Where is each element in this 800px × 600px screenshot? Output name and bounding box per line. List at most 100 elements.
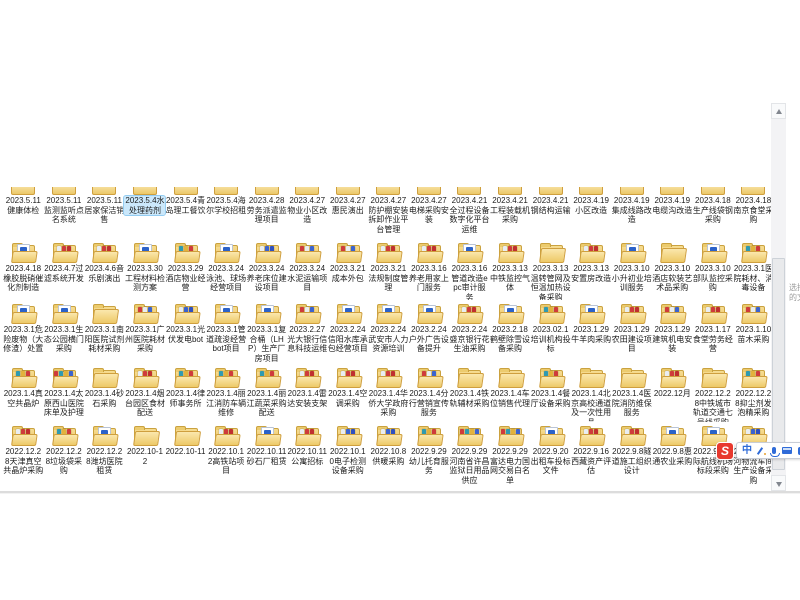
folder-item[interactable]: 2023.3.10小升初业培训服务 — [611, 239, 652, 300]
folder-item[interactable]: 2022.9.29幼儿托育服务 — [409, 422, 450, 487]
folder-item[interactable]: 2023.3.21法规制度管理 — [368, 239, 409, 300]
folder-item[interactable]: 2023.3.16养老用家上门服务 — [409, 239, 450, 300]
folder-item[interactable]: 2023.3.24养老床位建设项目 — [246, 239, 287, 300]
folder-item[interactable]: 2023.3.1复合桶（LHP）生产厂房项目 — [246, 300, 287, 364]
folder-item[interactable]: 2023.3.10部队监控采购 — [693, 239, 734, 300]
folder-item[interactable]: 2023.3.1广州医院耗材采购 — [125, 300, 166, 364]
folder-item[interactable]: 2023.1.4车位销售代理 — [490, 364, 531, 422]
folder-item[interactable]: 2023.2.24户外广告设备提升 — [409, 300, 450, 364]
folder-item[interactable]: 2022.9.20出租车投标文件 — [530, 422, 571, 487]
folder-item[interactable]: 2022.12.28抑尘剂发泡精采购 — [733, 364, 774, 422]
folder-item[interactable]: 2022.9.8惠通农业采购 — [652, 422, 693, 487]
folder-item[interactable]: 2023.3.10酒店软装艺术品采购 — [652, 239, 693, 300]
folder-item[interactable]: 2022.10.10电子检测设备采购 — [328, 422, 369, 487]
folder-item[interactable]: 2022.10.11砂石厂租赁 — [246, 422, 287, 487]
folder-item[interactable]: 2023.3.13中铁监控气体 — [490, 239, 531, 300]
folder-item[interactable]: 2023.1.4雷达安装支架 — [287, 364, 328, 422]
folder-item[interactable]: 2023.1.29农田建设项目 — [611, 300, 652, 364]
folder-item[interactable]: 2023.2.27光大银行信息科技运维 — [287, 300, 328, 364]
folder-item[interactable]: 2022.10.12高铁站项目 — [206, 422, 247, 487]
folder-item[interactable]: 2023.2.24武安市人力资源培训 — [368, 300, 409, 364]
folder-item[interactable]: 2023.1.17食堂劳务经营 — [693, 300, 734, 364]
folder-item[interactable]: 2023.3.24泳池、球场经营项目 — [206, 239, 247, 300]
folder-item[interactable]: 2022.9.29富达电力国网交易白名单 — [490, 422, 531, 487]
folder-item[interactable]: 2023.1.29牛羊肉采购 — [571, 300, 612, 364]
folder-item[interactable]: 2023.5.4青岛理工餐饮 — [165, 195, 206, 239]
folder-item[interactable]: 2022.9.8隧道施工组织设计 — [611, 422, 652, 487]
folder-item[interactable]: 2023.1.4丽江蔬菜采购配送 — [246, 364, 287, 422]
folder-item[interactable]: 2023.2.18鹤壁除雪设备采购 — [490, 300, 531, 364]
scroll-up-button[interactable] — [771, 103, 786, 119]
folder-item[interactable]: 2023.4.19电缆沟改造 — [652, 195, 693, 239]
folder-item[interactable]: 2023.4.18生产线袋钢采购 — [693, 195, 734, 239]
folder-item[interactable]: 2023.4.19集成线路改造 — [611, 195, 652, 239]
folder-item[interactable]: 2023.4.27防护棚安装拆卸作业平台管理 — [368, 195, 409, 239]
folder-item[interactable]: 2023.1.4医院消防维保服务 — [611, 364, 652, 422]
folder-item[interactable]: 2022.10-12 — [125, 422, 166, 487]
folder-item[interactable]: 2023.3.1危险废物（大修渣）处置 — [3, 300, 44, 364]
folder-item[interactable]: 2023.4.21钢结构运输 — [530, 195, 571, 239]
ime-language-bar[interactable]: S 中 — [716, 441, 800, 460]
folder-item[interactable]: 2023.2.24信阳水库承包经营项目 — [328, 300, 369, 364]
folder-item[interactable]: 2023.1.4真空共晶炉 — [3, 364, 44, 422]
folder-item[interactable]: 2023.3.1管道疏浚经营bot项目 — [206, 300, 247, 364]
folder-item[interactable]: 2023.02.1培训机构投标 — [530, 300, 571, 364]
folder-item[interactable]: 2023.1.4分行营销宣传服务 — [409, 364, 450, 422]
folder-item[interactable]: 2023.3.1光伏发电bot — [165, 300, 206, 364]
folder-item[interactable]: 2023.3.30工程材料检测方案 — [125, 239, 166, 300]
folder-item[interactable]: 2023.3.1医院耗材、消毒设备 — [733, 239, 774, 300]
folder-item[interactable]: 2023.1.4律师事务所 — [165, 364, 206, 422]
scroll-down-button[interactable] — [771, 475, 786, 491]
folder-item[interactable]: 2023.1.4铁轨辅材采购 — [449, 364, 490, 422]
folder-item[interactable]: 2023.4.27惠民演出 — [328, 195, 369, 239]
chinese-mode-icon[interactable]: 中 — [742, 444, 752, 457]
folder-item[interactable]: 2023.1.4太原西山医院床单及护理 — [44, 364, 85, 422]
folder-item[interactable]: 2023.4.21全过程设备数字化平台运维 — [449, 195, 490, 239]
folder-item[interactable]: 2023.1.4烟台园区食材配送 — [125, 364, 166, 422]
folder-item[interactable]: 2022.10.8供暖采购 — [368, 422, 409, 487]
folder-item[interactable]: 2023.1.4餐厅设备采购 — [530, 364, 571, 422]
folder-item[interactable]: 2023.4.19小区改造 — [571, 195, 612, 239]
folder-item[interactable]: 2023.1.4华侨大学政府采购 — [368, 364, 409, 422]
ime-toolbar[interactable]: 中 — [736, 442, 800, 459]
folder-item[interactable]: 2023.4.27物业小区改造 — [287, 195, 328, 239]
folder-item[interactable]: 2023.1.29建筑机电安装 — [652, 300, 693, 364]
folder-item[interactable]: 2023.2.24盛京银行花生油采购 — [449, 300, 490, 364]
folder-item[interactable]: 2023.1.4砂石采购 — [84, 364, 125, 422]
mic-icon[interactable] — [772, 447, 776, 454]
sogou-logo-icon[interactable]: S — [716, 442, 734, 460]
folder-item[interactable]: 2023.4.18橡胶脱硝催化剂制造 — [3, 239, 44, 300]
scrollbar-thumb[interactable] — [772, 258, 785, 470]
folder-item[interactable]: 2023.4.6音乐剧演出 — [84, 239, 125, 300]
folder-item[interactable]: 2023.4.27电梯采购安装 — [409, 195, 450, 239]
folder-item[interactable]: 2023.3.29酒店物业经营 — [165, 239, 206, 300]
folder-item[interactable]: 2023.3.1生态公园横门采购 — [44, 300, 85, 364]
folder-item[interactable]: 2022.12.28中铁城市轨道交通七号线采购 — [693, 364, 734, 422]
folder-item[interactable]: 2023.1.4空调采购 — [328, 364, 369, 422]
folder-item[interactable]: 2023.3.13温转管网及恒温加热设备采购 — [530, 239, 571, 300]
folder-item[interactable]: 2023.5.11监测监听点名系统 — [44, 195, 85, 239]
folder-item[interactable]: 2023.4.7过滤系统开发 — [44, 239, 85, 300]
folder-item[interactable]: 2022.12.28天津真空共晶炉采购 — [3, 422, 44, 487]
vertical-scrollbar[interactable] — [771, 103, 786, 491]
folder-item[interactable]: 2023.5.4海尔学校招租 — [206, 195, 247, 239]
folder-item[interactable]: 2023.4.28劳务派遣监理项目 — [246, 195, 287, 239]
folder-item[interactable]: 2023.4.18南京食堂采购 — [733, 195, 774, 239]
folder-item[interactable]: 2022.9.29河南省许昌监狱日用品供应 — [449, 422, 490, 487]
folder-item[interactable]: 2022.12.28垃圾袋采购 — [44, 422, 85, 487]
folder-item[interactable]: 2023.4.21工程装载机采购 — [490, 195, 531, 239]
folder-item[interactable]: 2022.12月 — [652, 364, 693, 422]
folder-item[interactable]: 2022.12.28潍坊医院租赁 — [84, 422, 125, 487]
folder-item[interactable]: 2023.5.11健康体检 — [3, 195, 44, 239]
folder-item[interactable]: 2023.5.11居家保洁销售 — [84, 195, 125, 239]
folder-item[interactable]: 2023.3.16管道改造epc审计服务 — [449, 239, 490, 300]
folder-item[interactable]: 2022.10.11公寓招标 — [287, 422, 328, 487]
folder-item[interactable]: 2023.1.4北京高校通道及一次性用品 — [571, 364, 612, 422]
folder-item[interactable]: 2022.10-11 — [165, 422, 206, 487]
folder-item[interactable]: 2023.1.4丽江消防车辆维修 — [206, 364, 247, 422]
folder-item[interactable]: 2023.3.1南阳医院试剂耗材采购 — [84, 300, 125, 364]
folder-item[interactable]: 2022.9.16西藏资产评估 — [571, 422, 612, 487]
folder-item[interactable]: 2023.3.13安置房改造 — [571, 239, 612, 300]
keyboard-icon[interactable] — [782, 447, 792, 454]
pen-icon[interactable] — [758, 447, 766, 455]
